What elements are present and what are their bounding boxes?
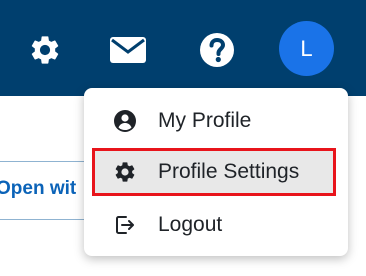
gear-icon — [112, 159, 138, 185]
menu-item-label: Profile Settings — [158, 160, 300, 183]
gear-icon[interactable] — [25, 30, 65, 70]
logout-icon — [112, 212, 138, 238]
avatar-initial: L — [300, 35, 313, 61]
help-icon[interactable] — [197, 30, 237, 70]
menu-item-my-profile[interactable]: My Profile — [84, 96, 348, 146]
user-circle-icon — [112, 108, 138, 134]
menu-item-logout[interactable]: Logout — [84, 200, 348, 250]
avatar[interactable]: L — [279, 21, 334, 76]
open-with-button[interactable]: Open wit — [0, 178, 76, 200]
divider — [0, 161, 92, 162]
menu-item-profile-settings[interactable]: Profile Settings — [92, 148, 336, 196]
mail-icon[interactable] — [108, 30, 148, 70]
divider — [0, 219, 92, 220]
top-navigation-bar: L — [0, 0, 366, 96]
profile-dropdown-menu: My Profile Profile Settings Logout — [84, 88, 348, 256]
menu-item-label: Logout — [158, 213, 223, 236]
menu-item-label: My Profile — [158, 109, 252, 132]
